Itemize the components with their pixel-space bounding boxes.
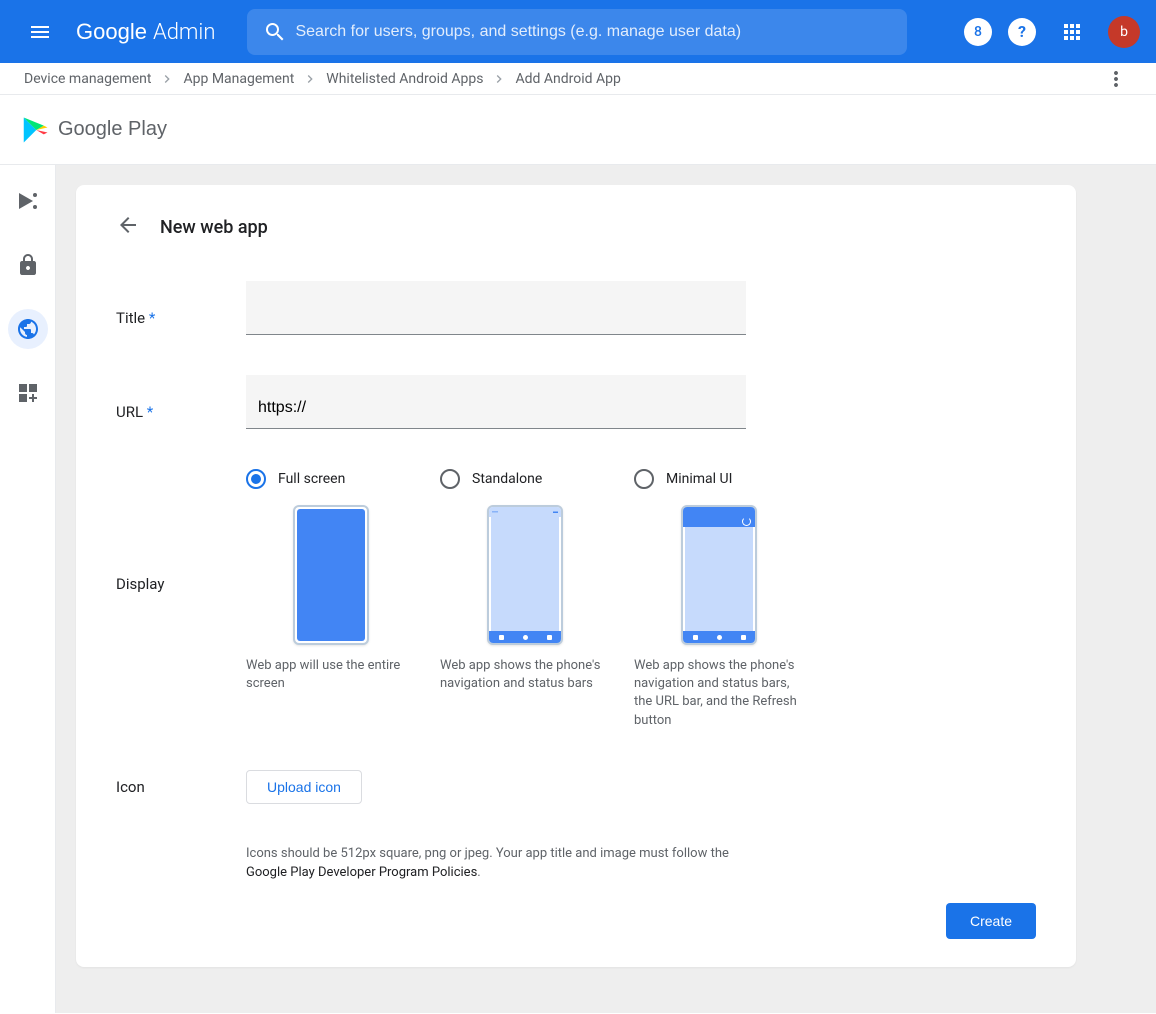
radio-label-standalone: Standalone (472, 471, 542, 487)
arrow-left-icon (116, 213, 140, 237)
lock-icon (16, 253, 40, 277)
play-triangle-icon (20, 114, 50, 146)
desc-fullscreen: Web app will use the entire screen (246, 657, 416, 693)
phone-preview-minimal (681, 505, 757, 645)
breadcrumb-item-2[interactable]: Whitelisted Android Apps (326, 71, 483, 87)
breadcrumb-item-0[interactable]: Device management (24, 71, 151, 87)
radio-standalone[interactable] (440, 469, 460, 489)
display-option-fullscreen[interactable]: Full screen Web app will use the entire … (246, 469, 416, 730)
chevron-right-icon (491, 71, 507, 87)
more-vert-icon (1104, 67, 1128, 91)
globe-icon (16, 317, 40, 341)
display-option-minimal[interactable]: Minimal UI Web app shows the phone's nav… (634, 469, 804, 730)
upload-icon-button[interactable]: Upload icon (246, 770, 362, 804)
logo-admin-text: Admin (153, 20, 216, 45)
user-avatar[interactable]: b (1108, 16, 1140, 48)
chevron-right-icon (159, 71, 175, 87)
widgets-icon (16, 381, 40, 405)
icon-help-text: Icons should be 512px square, png or jpe… (246, 844, 766, 883)
required-indicator: * (149, 309, 155, 327)
breadcrumb-item-1[interactable]: App Management (183, 71, 294, 87)
play-store-icon (16, 189, 40, 213)
chevron-right-icon (302, 71, 318, 87)
radio-minimal[interactable] (634, 469, 654, 489)
url-label: URL * (116, 403, 246, 429)
badge-text: 8 (974, 24, 982, 40)
desc-standalone: Web app shows the phone's navigation and… (440, 657, 610, 693)
sidebar-item-private[interactable] (8, 245, 48, 285)
sidebar-item-organize[interactable] (8, 373, 48, 413)
google-play-logo[interactable]: Google Play (20, 114, 167, 146)
sidebar-item-play[interactable] (8, 181, 48, 221)
display-option-standalone[interactable]: Standalone Web app shows the phone's nav… (440, 469, 610, 730)
sidebar-item-webapps[interactable] (8, 309, 48, 349)
left-sidebar (0, 165, 56, 1013)
logo-google-text: Google (76, 19, 147, 45)
avatar-initial: b (1120, 24, 1128, 40)
apps-button[interactable] (1052, 12, 1092, 52)
desc-minimal: Web app shows the phone's navigation and… (634, 657, 804, 730)
policies-link[interactable]: Google Play Developer Program Policies (246, 865, 477, 880)
radio-label-fullscreen: Full screen (278, 471, 345, 487)
help-icon: ? (1018, 22, 1026, 41)
url-input[interactable] (246, 375, 746, 429)
display-label: Display (116, 575, 246, 593)
admin-logo[interactable]: Google Admin (76, 19, 215, 45)
search-box[interactable] (247, 9, 907, 55)
icon-label: Icon (116, 770, 246, 796)
search-input[interactable] (295, 23, 899, 41)
hamburger-icon (28, 20, 52, 44)
page-title: New web app (160, 217, 268, 238)
radio-fullscreen[interactable] (246, 469, 266, 489)
apps-grid-icon (1060, 20, 1084, 44)
create-button[interactable]: Create (946, 903, 1036, 939)
breadcrumb: Device management App Management Whiteli… (24, 71, 621, 87)
phone-preview-fullscreen (293, 505, 369, 645)
new-webapp-card: New web app Title * URL * (76, 185, 1076, 967)
account-badge-button[interactable]: 8 (964, 18, 992, 46)
help-button[interactable]: ? (1008, 18, 1036, 46)
menu-button[interactable] (16, 8, 64, 56)
title-input[interactable] (246, 281, 746, 335)
play-logo-text: Google Play (58, 118, 167, 141)
radio-label-minimal: Minimal UI (666, 471, 732, 487)
required-indicator: * (147, 403, 153, 421)
breadcrumb-item-3[interactable]: Add Android App (515, 71, 620, 87)
search-icon (263, 20, 287, 44)
back-button[interactable] (116, 213, 140, 241)
phone-preview-standalone (487, 505, 563, 645)
title-label: Title * (116, 309, 246, 335)
more-options-button[interactable] (1096, 59, 1136, 99)
